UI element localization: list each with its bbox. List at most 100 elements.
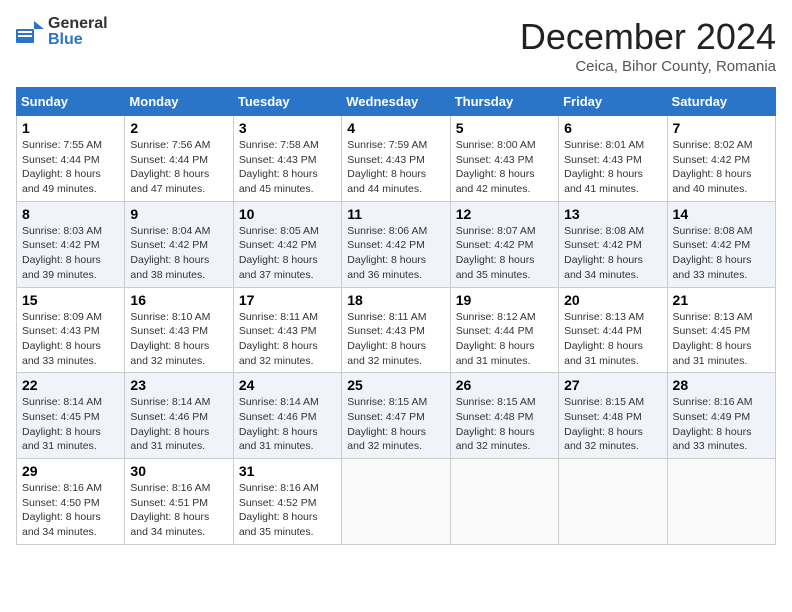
- day-detail: Sunrise: 8:13 AM Sunset: 4:44 PM Dayligh…: [564, 310, 661, 369]
- day-detail: Sunrise: 8:05 AM Sunset: 4:42 PM Dayligh…: [239, 224, 336, 283]
- calendar-cell: 27 Sunrise: 8:15 AM Sunset: 4:48 PM Dayl…: [559, 373, 667, 459]
- calendar-cell: 26 Sunrise: 8:15 AM Sunset: 4:48 PM Dayl…: [450, 373, 558, 459]
- calendar-cell: [559, 459, 667, 545]
- calendar-cell: 4 Sunrise: 7:59 AM Sunset: 4:43 PM Dayli…: [342, 116, 450, 202]
- day-detail: Sunrise: 8:14 AM Sunset: 4:46 PM Dayligh…: [130, 395, 227, 454]
- day-number: 3: [239, 120, 336, 136]
- day-detail: Sunrise: 8:16 AM Sunset: 4:49 PM Dayligh…: [673, 395, 770, 454]
- day-number: 31: [239, 463, 336, 479]
- day-detail: Sunrise: 8:03 AM Sunset: 4:42 PM Dayligh…: [22, 224, 119, 283]
- col-monday: Monday: [125, 88, 233, 116]
- day-detail: Sunrise: 8:08 AM Sunset: 4:42 PM Dayligh…: [564, 224, 661, 283]
- day-detail: Sunrise: 8:14 AM Sunset: 4:46 PM Dayligh…: [239, 395, 336, 454]
- day-number: 21: [673, 292, 770, 308]
- calendar-cell: 17 Sunrise: 8:11 AM Sunset: 4:43 PM Dayl…: [233, 287, 341, 373]
- calendar-cell: 6 Sunrise: 8:01 AM Sunset: 4:43 PM Dayli…: [559, 116, 667, 202]
- calendar-cell: 5 Sunrise: 8:00 AM Sunset: 4:43 PM Dayli…: [450, 116, 558, 202]
- sub-title: Ceica, Bihor County, Romania: [520, 58, 776, 75]
- day-detail: Sunrise: 8:11 AM Sunset: 4:43 PM Dayligh…: [239, 310, 336, 369]
- calendar-cell: 7 Sunrise: 8:02 AM Sunset: 4:42 PM Dayli…: [667, 116, 775, 202]
- calendar-header-row: Sunday Monday Tuesday Wednesday Thursday…: [17, 88, 776, 116]
- day-number: 7: [673, 120, 770, 136]
- col-tuesday: Tuesday: [233, 88, 341, 116]
- calendar-cell: 13 Sunrise: 8:08 AM Sunset: 4:42 PM Dayl…: [559, 201, 667, 287]
- day-detail: Sunrise: 8:10 AM Sunset: 4:43 PM Dayligh…: [130, 310, 227, 369]
- day-number: 6: [564, 120, 661, 136]
- day-detail: Sunrise: 8:04 AM Sunset: 4:42 PM Dayligh…: [130, 224, 227, 283]
- day-number: 27: [564, 377, 661, 393]
- day-number: 22: [22, 377, 119, 393]
- calendar-cell: 8 Sunrise: 8:03 AM Sunset: 4:42 PM Dayli…: [17, 201, 125, 287]
- day-number: 18: [347, 292, 444, 308]
- calendar-cell: 15 Sunrise: 8:09 AM Sunset: 4:43 PM Dayl…: [17, 287, 125, 373]
- main-title: December 2024: [520, 16, 776, 58]
- day-detail: Sunrise: 8:16 AM Sunset: 4:52 PM Dayligh…: [239, 481, 336, 540]
- day-detail: Sunrise: 8:12 AM Sunset: 4:44 PM Dayligh…: [456, 310, 553, 369]
- day-number: 17: [239, 292, 336, 308]
- calendar-week-row: 8 Sunrise: 8:03 AM Sunset: 4:42 PM Dayli…: [17, 201, 776, 287]
- day-number: 10: [239, 206, 336, 222]
- day-detail: Sunrise: 8:02 AM Sunset: 4:42 PM Dayligh…: [673, 138, 770, 197]
- calendar-cell: 12 Sunrise: 8:07 AM Sunset: 4:42 PM Dayl…: [450, 201, 558, 287]
- day-number: 24: [239, 377, 336, 393]
- day-number: 13: [564, 206, 661, 222]
- day-detail: Sunrise: 7:58 AM Sunset: 4:43 PM Dayligh…: [239, 138, 336, 197]
- calendar-cell: 31 Sunrise: 8:16 AM Sunset: 4:52 PM Dayl…: [233, 459, 341, 545]
- day-detail: Sunrise: 8:07 AM Sunset: 4:42 PM Dayligh…: [456, 224, 553, 283]
- day-number: 28: [673, 377, 770, 393]
- day-detail: Sunrise: 8:16 AM Sunset: 4:51 PM Dayligh…: [130, 481, 227, 540]
- calendar-cell: 16 Sunrise: 8:10 AM Sunset: 4:43 PM Dayl…: [125, 287, 233, 373]
- calendar-cell: 14 Sunrise: 8:08 AM Sunset: 4:42 PM Dayl…: [667, 201, 775, 287]
- day-number: 20: [564, 292, 661, 308]
- calendar-week-row: 22 Sunrise: 8:14 AM Sunset: 4:45 PM Dayl…: [17, 373, 776, 459]
- day-number: 1: [22, 120, 119, 136]
- day-detail: Sunrise: 8:01 AM Sunset: 4:43 PM Dayligh…: [564, 138, 661, 197]
- calendar-cell: 29 Sunrise: 8:16 AM Sunset: 4:50 PM Dayl…: [17, 459, 125, 545]
- calendar-cell: 21 Sunrise: 8:13 AM Sunset: 4:45 PM Dayl…: [667, 287, 775, 373]
- day-number: 30: [130, 463, 227, 479]
- logo-general-text: General: [48, 15, 108, 32]
- day-detail: Sunrise: 8:15 AM Sunset: 4:48 PM Dayligh…: [564, 395, 661, 454]
- day-detail: Sunrise: 8:14 AM Sunset: 4:45 PM Dayligh…: [22, 395, 119, 454]
- day-detail: Sunrise: 8:13 AM Sunset: 4:45 PM Dayligh…: [673, 310, 770, 369]
- day-number: 29: [22, 463, 119, 479]
- day-detail: Sunrise: 8:08 AM Sunset: 4:42 PM Dayligh…: [673, 224, 770, 283]
- day-number: 11: [347, 206, 444, 222]
- col-wednesday: Wednesday: [342, 88, 450, 116]
- calendar-cell: [667, 459, 775, 545]
- calendar-cell: 10 Sunrise: 8:05 AM Sunset: 4:42 PM Dayl…: [233, 201, 341, 287]
- day-detail: Sunrise: 7:55 AM Sunset: 4:44 PM Dayligh…: [22, 138, 119, 197]
- day-detail: Sunrise: 8:00 AM Sunset: 4:43 PM Dayligh…: [456, 138, 553, 197]
- calendar-cell: 19 Sunrise: 8:12 AM Sunset: 4:44 PM Dayl…: [450, 287, 558, 373]
- day-number: 9: [130, 206, 227, 222]
- calendar-cell: 2 Sunrise: 7:56 AM Sunset: 4:44 PM Dayli…: [125, 116, 233, 202]
- day-number: 8: [22, 206, 119, 222]
- day-detail: Sunrise: 8:16 AM Sunset: 4:50 PM Dayligh…: [22, 481, 119, 540]
- calendar-cell: 9 Sunrise: 8:04 AM Sunset: 4:42 PM Dayli…: [125, 201, 233, 287]
- calendar-cell: 30 Sunrise: 8:16 AM Sunset: 4:51 PM Dayl…: [125, 459, 233, 545]
- day-number: 15: [22, 292, 119, 308]
- day-detail: Sunrise: 8:15 AM Sunset: 4:47 PM Dayligh…: [347, 395, 444, 454]
- calendar-week-row: 15 Sunrise: 8:09 AM Sunset: 4:43 PM Dayl…: [17, 287, 776, 373]
- day-number: 25: [347, 377, 444, 393]
- day-number: 16: [130, 292, 227, 308]
- logo-icon: [16, 21, 44, 43]
- day-detail: Sunrise: 8:11 AM Sunset: 4:43 PM Dayligh…: [347, 310, 444, 369]
- calendar-week-row: 1 Sunrise: 7:55 AM Sunset: 4:44 PM Dayli…: [17, 116, 776, 202]
- day-number: 5: [456, 120, 553, 136]
- calendar-cell: 24 Sunrise: 8:14 AM Sunset: 4:46 PM Dayl…: [233, 373, 341, 459]
- day-number: 4: [347, 120, 444, 136]
- logo: General Blue: [16, 16, 108, 48]
- day-detail: Sunrise: 8:09 AM Sunset: 4:43 PM Dayligh…: [22, 310, 119, 369]
- title-area: December 2024 Ceica, Bihor County, Roman…: [520, 16, 776, 75]
- calendar-cell: [342, 459, 450, 545]
- calendar-week-row: 29 Sunrise: 8:16 AM Sunset: 4:50 PM Dayl…: [17, 459, 776, 545]
- calendar-cell: 20 Sunrise: 8:13 AM Sunset: 4:44 PM Dayl…: [559, 287, 667, 373]
- day-number: 14: [673, 206, 770, 222]
- calendar-cell: 3 Sunrise: 7:58 AM Sunset: 4:43 PM Dayli…: [233, 116, 341, 202]
- day-number: 12: [456, 206, 553, 222]
- calendar-cell: 23 Sunrise: 8:14 AM Sunset: 4:46 PM Dayl…: [125, 373, 233, 459]
- calendar-cell: 1 Sunrise: 7:55 AM Sunset: 4:44 PM Dayli…: [17, 116, 125, 202]
- day-detail: Sunrise: 7:59 AM Sunset: 4:43 PM Dayligh…: [347, 138, 444, 197]
- day-number: 2: [130, 120, 227, 136]
